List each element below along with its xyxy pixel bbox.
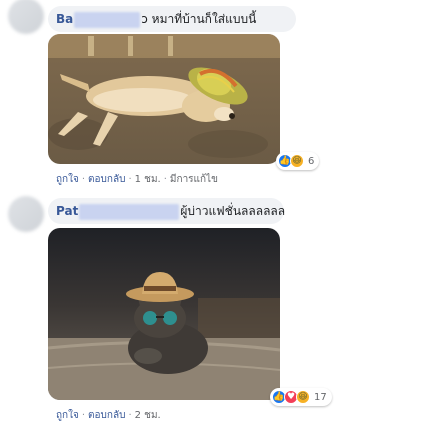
comment-actions: ถูกใจ · ตอบกลับ · 2 ชม. bbox=[56, 410, 161, 421]
reaction-count: 6 bbox=[308, 155, 315, 167]
comment-photo-dog[interactable] bbox=[48, 34, 280, 164]
reply-link[interactable]: ตอบกลับ bbox=[88, 174, 125, 185]
comment-text: ɔ หมาที่บ้านก็ใส่แบบนี้ bbox=[141, 12, 257, 26]
redacted-name bbox=[74, 11, 141, 28]
avatar[interactable] bbox=[8, 196, 44, 232]
commenter-name[interactable]: Ba bbox=[56, 12, 73, 26]
haha-icon: 😆 bbox=[296, 390, 310, 404]
like-link[interactable]: ถูกใจ bbox=[56, 410, 79, 421]
haha-icon: 😆 bbox=[290, 154, 304, 168]
reaction-summary[interactable]: 👍 ♥ 😆 17 bbox=[270, 388, 332, 406]
comment-actions: ถูกใจ · ตอบกลับ · 1 ชม. · มีการแก้ไข bbox=[56, 174, 218, 185]
comment-photo-cat[interactable] bbox=[48, 228, 280, 400]
timestamp[interactable]: 1 ชม. bbox=[135, 174, 161, 185]
reply-link[interactable]: ตอบกลับ bbox=[88, 410, 125, 421]
avatar[interactable] bbox=[8, 0, 44, 34]
commenter-name[interactable]: Pat bbox=[56, 204, 78, 218]
edited-label[interactable]: มีการแก้ไข bbox=[170, 174, 218, 185]
redacted-name bbox=[79, 203, 180, 220]
comment-bubble: Pat ผู้บ่าวแฟชั่นลลลลลล bbox=[48, 198, 286, 224]
reaction-count: 17 bbox=[314, 391, 327, 403]
comment-text: ผู้บ่าวแฟชั่นลลลลลล bbox=[180, 204, 286, 218]
like-link[interactable]: ถูกใจ bbox=[56, 174, 79, 185]
comment-bubble: Ba ɔ หมาที่บ้านก็ใส่แบบนี้ bbox=[48, 6, 296, 32]
timestamp[interactable]: 2 ชม. bbox=[135, 410, 161, 421]
reaction-summary[interactable]: 👍 😆 6 bbox=[276, 152, 320, 170]
